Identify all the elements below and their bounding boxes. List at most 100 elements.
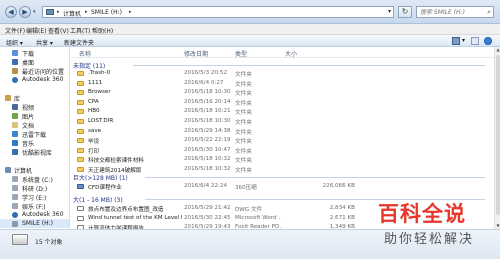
nav-item-desktop[interactable]: 桌面 [0, 57, 69, 67]
folder-icon [77, 80, 84, 86]
nav-item-videos[interactable]: 视频 [0, 102, 69, 112]
chevron-right-icon[interactable]: ▸ [57, 9, 60, 15]
file-type: 文件夹 [235, 81, 252, 88]
file-row[interactable]: 1111 2016/6/4 0:27 文件夹 [71, 79, 489, 88]
nav-item-documents[interactable]: 文档 [0, 120, 69, 130]
column-size[interactable]: 大小 [285, 49, 297, 58]
nav-item-drive-c[interactable]: 系统盘 (C:) [0, 174, 69, 184]
nav-item-autodesk-360-drive[interactable]: Autodesk 360 [0, 210, 69, 219]
column-name[interactable]: 名称 [79, 49, 91, 58]
menu-view[interactable]: 查看(V) [48, 26, 69, 35]
breadcrumb-drive[interactable]: SMILE (H:) [91, 9, 122, 16]
file-name: 科技交都检索课件材料 [88, 158, 144, 165]
refresh-button[interactable]: ↻ [398, 6, 412, 18]
vertical-scrollbar[interactable]: ▲ ▼ [494, 47, 500, 229]
file-date: 2016/5/18 10:32 [184, 156, 231, 163]
column-type[interactable]: 类型 [235, 49, 247, 58]
nav-item-thunder-downloads[interactable]: 迅雷下载 [0, 129, 69, 139]
scroll-up-icon[interactable]: ▲ [495, 47, 500, 53]
file-date: 2016/5/18 10:21 [184, 108, 231, 115]
computer-icon [5, 167, 11, 173]
drive-icon [12, 176, 18, 182]
new-folder-button[interactable]: 新建文件夹 [64, 38, 94, 47]
nav-item-autodesk-360[interactable]: Autodesk 360 [0, 75, 69, 84]
address-bar[interactable]: ▸ 计算机 ▸ SMILE (H:) ▸ ▾ [42, 6, 394, 18]
file-row[interactable]: LOST.DIR 2016/5/18 10:30 文件夹 [71, 117, 489, 126]
pictures-icon [12, 113, 18, 119]
file-row[interactable]: CFD课程作业 2016/6/4 22:24 360压缩 226,066 KB [71, 182, 489, 191]
search-input[interactable] [420, 8, 482, 17]
navigation-pane: 下载 桌面 最近访问的位置 Autodesk 360 库 视频 图片 文档 迅雷… [0, 47, 70, 229]
view-options-icon[interactable] [452, 37, 460, 45]
nav-label: 优酷影视库 [22, 150, 53, 157]
group-header-unspecified[interactable]: 未指定 (11) [73, 60, 489, 70]
recent-pages-dropdown[interactable]: ▾ [33, 9, 39, 15]
help-icon[interactable] [484, 37, 492, 45]
column-date[interactable]: 修改日期 [184, 49, 208, 58]
file-date: 2016/5/30 22:45 [184, 214, 231, 221]
command-bar: 组织 ▾ 共享 ▾ 新建文件夹 ▾ [0, 35, 500, 47]
object-count: 15 个对象 [35, 239, 63, 246]
chevron-right-icon[interactable]: ▸ [129, 9, 132, 15]
nav-item-drive-d[interactable]: 科研 (D:) [0, 183, 69, 193]
file-name: CPA [88, 98, 99, 105]
menu-help[interactable]: 帮助(H) [92, 26, 113, 35]
file-type: DWG 文件 [235, 207, 263, 213]
file-name: 打印 [88, 148, 100, 155]
computer-icon [46, 9, 54, 15]
organize-button[interactable]: 组织 ▾ [6, 38, 23, 47]
menu-file[interactable]: 文件(F) [5, 26, 25, 35]
nav-item-drive-f[interactable]: 娱乐 (F:) [0, 201, 69, 211]
file-row[interactable]: 毕设 2016/5/22 22:19 文件夹 [71, 136, 489, 145]
file-row[interactable]: save 2016/5/29 14:38 文件夹 [71, 127, 489, 136]
file-name: LOST.DIR [88, 118, 114, 124]
back-button[interactable]: ◀ [5, 6, 17, 18]
file-icon [77, 184, 84, 189]
search-box[interactable]: ⌕ [416, 6, 494, 18]
nav-item-libraries[interactable]: 库 [0, 93, 69, 103]
file-row[interactable]: 打印 2016/5/30 10:47 文件夹 [71, 146, 489, 155]
library-icon [5, 95, 11, 101]
file-date: 2016/5/29 21:42 [184, 205, 231, 211]
desktop-icon [12, 59, 18, 65]
nav-item-downloads[interactable]: 下载 [0, 48, 69, 58]
file-type: Microsoft Word ... [235, 214, 281, 221]
recent-places-icon [12, 68, 18, 74]
folder-icon [77, 90, 84, 96]
group-header-huge[interactable]: 巨大(>128 MB) (1) [73, 172, 489, 182]
file-type: 文件夹 [235, 91, 252, 98]
folder-icon [77, 99, 84, 105]
folder-icon [77, 119, 84, 124]
file-row[interactable]: 科技交都检索课件材料 2016/5/18 10:32 文件夹 [71, 155, 489, 164]
preview-pane-icon[interactable] [471, 37, 479, 45]
nav-item-pictures[interactable]: 图片 [0, 111, 69, 121]
file-name: save [88, 127, 102, 134]
nav-item-recent-places[interactable]: 最近访问的位置 [0, 66, 69, 76]
nav-label: Autodesk 360 [22, 76, 64, 83]
file-row[interactable]: Browser 2016/5/18 10:30 文件夹 [71, 88, 489, 97]
nav-item-drive-h[interactable]: SMILE (H:) [0, 219, 69, 228]
download-icon [12, 50, 18, 56]
search-icon[interactable]: ⌕ [487, 8, 491, 17]
file-row[interactable]: .Trash-0 2016/5/3 20:52 文件夹 [71, 69, 489, 78]
nav-item-drive-e[interactable]: 学习 (E:) [0, 192, 69, 202]
chevron-right-icon[interactable]: ▸ [85, 9, 88, 15]
nav-item-music[interactable]: 音乐 [0, 138, 69, 148]
nav-item-youku-library[interactable]: 优酷影视库 [0, 147, 69, 157]
menu-edit[interactable]: 编辑(E) [26, 26, 46, 35]
scroll-thumb[interactable] [496, 55, 500, 215]
group-title: 大(1 - 16 MB) (3) [73, 197, 123, 204]
file-name: Wind tunnel test of the KM Level hig... [88, 214, 182, 221]
documents-icon [12, 122, 18, 128]
file-row[interactable]: HB0 2016/5/18 10:21 文件夹 [71, 107, 489, 116]
share-button[interactable]: 共享 ▾ [36, 38, 53, 47]
forward-button[interactable]: ▶ [19, 6, 31, 18]
file-row[interactable]: CPA 2016/5/16 20:14 文件夹 [71, 98, 489, 107]
view-dropdown-icon[interactable]: ▾ [462, 37, 465, 44]
menu-tools[interactable]: 工具(T) [70, 26, 90, 35]
nav-item-computer[interactable]: 计算机 [0, 165, 69, 175]
breadcrumb-computer[interactable]: 计算机 [63, 9, 81, 18]
file-type: 文件夹 [235, 139, 252, 146]
address-dropdown-icon[interactable]: ▾ [388, 8, 391, 15]
file-type: 文件夹 [235, 72, 252, 78]
